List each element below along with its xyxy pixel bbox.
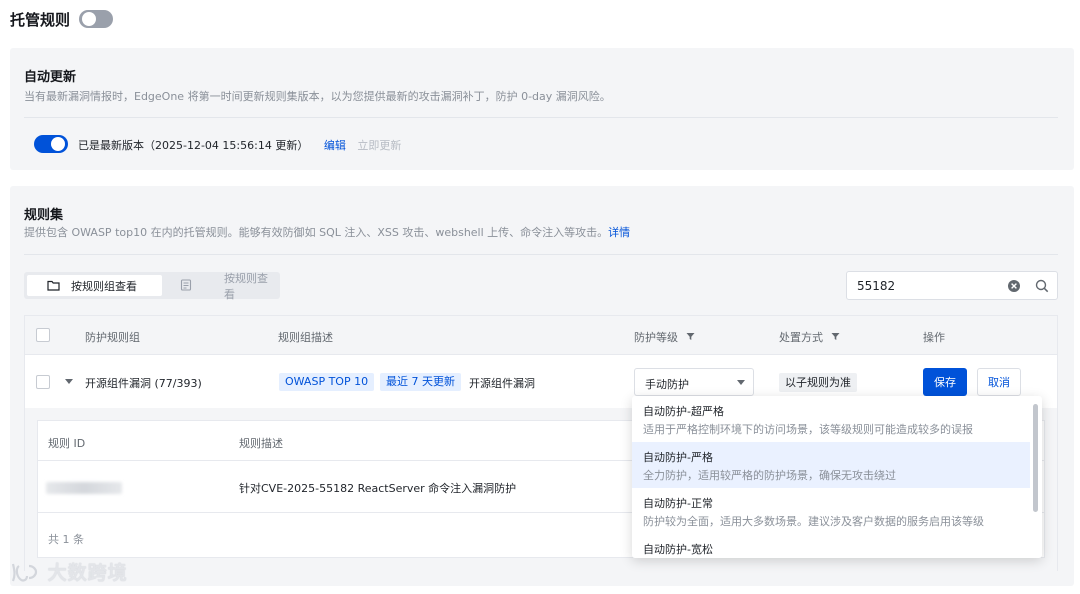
option-loose[interactable]: 自动防护-宽松 — [632, 534, 1030, 558]
option-title: 自动防护-严格 — [643, 451, 713, 464]
rule-id-redacted — [46, 482, 122, 494]
rule-group-desc: 开源组件漏洞 — [469, 377, 535, 390]
page-title: 托管规则 — [10, 11, 71, 29]
action-badge: 以子规则为准 — [779, 373, 857, 392]
option-desc: 防护较为全面，适用大多数场景。建议涉及客户数据的服务启用该等级 — [643, 515, 984, 528]
level-select-value: 手动防护 — [645, 378, 689, 391]
rule-group-name: 开源组件漏洞 (77/393) — [85, 377, 202, 390]
divider — [24, 117, 1058, 118]
select-all-checkbox[interactable] — [36, 328, 50, 342]
search-input[interactable]: 55182 — [846, 271, 1058, 300]
level-dropdown: 自动防护-超严格 适用于严格控制环境下的访问场景，该等级规则可能造成较多的误报 … — [632, 396, 1042, 558]
chevron-down-icon — [737, 380, 745, 385]
version-status: 已是最新版本（2025-12-04 15:56:14 更新） 编辑 立即更新 — [78, 137, 401, 153]
save-button[interactable]: 保存 — [923, 368, 967, 396]
update-now-link[interactable]: 立即更新 — [357, 139, 401, 152]
watermark: 大数跨境 — [10, 558, 128, 585]
option-ultra-strict[interactable]: 自动防护-超严格 适用于严格控制环境下的访问场景，该等级规则可能造成较多的误报 — [632, 396, 1030, 442]
cancel-button[interactable]: 取消 — [977, 368, 1021, 396]
option-strict[interactable]: 自动防护-严格 全力防护，适用较严格的防护场景，确保无攻击绕过 — [632, 442, 1030, 488]
search-icon[interactable] — [1035, 279, 1049, 293]
auto-update-card: 自动更新 当有最新漏洞情报时，EdgeOne 将第一时间更新规则集版本，以为您提… — [10, 48, 1074, 170]
view-by-rule-tab[interactable]: 按规则查看 — [178, 272, 278, 301]
option-desc: 全力防护，适用较严格的防护场景，确保无攻击绕过 — [643, 469, 896, 482]
toggle-knob — [82, 12, 96, 26]
col-operation: 操作 — [923, 331, 945, 344]
auto-update-title: 自动更新 — [24, 70, 77, 85]
detail-link[interactable]: 详情 — [608, 226, 630, 239]
ruleset-desc-text: 提供包含 OWASP top10 在内的托管规则。能够有效防御如 SQL 注入、… — [24, 226, 609, 239]
watermark-text: 大数跨境 — [47, 562, 128, 584]
col-action[interactable]: 处置方式 — [779, 329, 840, 345]
clear-icon[interactable] — [1007, 279, 1021, 293]
row-checkbox[interactable] — [36, 375, 50, 389]
col-level[interactable]: 防护等级 — [634, 329, 695, 345]
document-icon — [180, 279, 192, 291]
ruleset-title: 规则集 — [24, 208, 64, 223]
option-title: 自动防护-正常 — [643, 497, 713, 510]
auto-update-toggle[interactable] — [34, 135, 68, 153]
level-select[interactable]: 手动防护 — [634, 368, 754, 396]
divider — [24, 254, 1058, 255]
filter-icon[interactable] — [831, 332, 840, 341]
edit-link[interactable]: 编辑 — [324, 139, 346, 152]
view-switch: 按规则组查看 按规则查看 — [24, 272, 280, 301]
auto-update-desc: 当有最新漏洞情报时，EdgeOne 将第一时间更新规则集版本，以为您提供最新的攻… — [24, 90, 611, 103]
option-desc: 适用于严格控制环境下的访问场景，该等级规则可能造成较多的误报 — [643, 423, 973, 436]
col-rule-desc: 规则描述 — [239, 437, 283, 450]
view-by-rule-label: 按规则查看 — [224, 271, 268, 301]
dropdown-scrollbar[interactable] — [1033, 404, 1038, 512]
ruleset-desc: 提供包含 OWASP top10 在内的托管规则。能够有效防御如 SQL 注入、… — [24, 224, 630, 240]
managed-rules-toggle[interactable] — [79, 10, 113, 28]
view-by-group-label: 按规则组查看 — [71, 279, 137, 293]
option-title: 自动防护-宽松 — [643, 543, 713, 556]
toggle-knob — [51, 137, 65, 151]
tag-recent-update: 最近 7 天更新 — [380, 373, 461, 391]
table-header: 防护规则组 规则组描述 防护等级 处置方式 操作 — [25, 316, 1057, 355]
view-by-group-tab[interactable]: 按规则组查看 — [27, 275, 162, 296]
col-level-label: 防护等级 — [634, 331, 678, 344]
col-action-label: 处置方式 — [779, 331, 823, 344]
rule-desc: 针对CVE-2025-55182 ReactServer 命令注入漏洞防护 — [239, 482, 517, 495]
filter-icon[interactable] — [686, 332, 695, 341]
total-count: 共 1 条 — [48, 533, 84, 546]
option-normal[interactable]: 自动防护-正常 防护较为全面，适用大多数场景。建议涉及客户数据的服务启用该等级 — [632, 488, 1030, 534]
col-rule-group: 防护规则组 — [85, 331, 140, 344]
folder-icon — [47, 280, 60, 291]
tag-owasp: OWASP TOP 10 — [279, 373, 375, 391]
version-status-text: 已是最新版本（2025-12-04 15:56:14 更新） — [78, 139, 309, 152]
col-rule-id: 规则 ID — [48, 437, 86, 450]
col-group-desc: 规则组描述 — [278, 331, 333, 344]
search-value: 55182 — [857, 279, 896, 293]
expand-caret-icon[interactable] — [65, 379, 73, 385]
watermark-logo-icon — [11, 563, 38, 582]
option-title: 自动防护-超严格 — [643, 405, 724, 418]
